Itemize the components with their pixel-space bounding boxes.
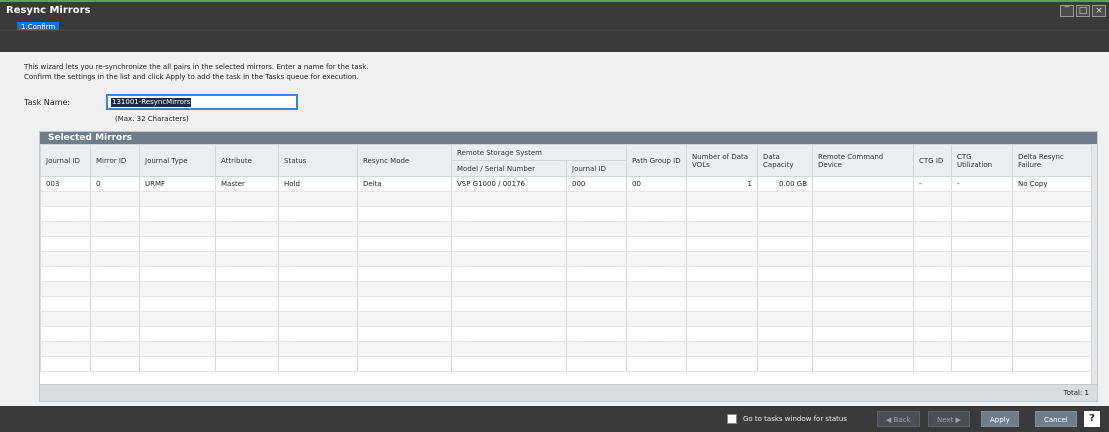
column-delta-resync-failure[interactable]: Delta Resync Failure: [1012, 144, 1094, 177]
empty-row: [40, 191, 1094, 207]
empty-row: [40, 296, 1094, 312]
column-ctg-utilization[interactable]: CTG Utilization: [951, 144, 1014, 177]
cell-path-group-id: 00: [626, 176, 688, 192]
column-attribute[interactable]: Attribute: [215, 144, 279, 177]
selected-mirrors-rows: 003 0 URMF Master Hold Delta VSP G1000 /…: [40, 176, 1094, 372]
close-icon[interactable]: ×: [1092, 5, 1106, 17]
empty-row: [40, 251, 1094, 267]
cell-journal-type: URMF: [139, 176, 216, 192]
cell-remote-command-device: [812, 176, 915, 192]
task-name-input[interactable]: 131001-ResyncMirrors: [106, 94, 298, 110]
wizard-footer: Go to tasks window for status ◀ Back Nex…: [0, 406, 1109, 432]
column-resync-mode[interactable]: Resync Mode: [357, 144, 452, 177]
column-model-serial-number[interactable]: Model / Serial Number: [451, 160, 567, 177]
help-icon[interactable]: ?: [1084, 411, 1100, 427]
column-ctg-id[interactable]: CTG ID: [913, 144, 953, 177]
table-footer: Total: 1: [40, 384, 1097, 401]
cell-data-capacity: 0.00 GB: [757, 176, 814, 192]
empty-row: [40, 221, 1094, 237]
cancel-button[interactable]: Cancel: [1035, 411, 1077, 427]
table-vertical-scrollbar[interactable]: [1091, 144, 1097, 385]
selected-mirrors-panel: Selected Mirrors Journal ID Mirror ID Jo…: [39, 131, 1098, 402]
cell-delta-resync-failure: No Copy: [1012, 176, 1094, 192]
column-journal-type[interactable]: Journal Type: [139, 144, 216, 177]
instruction-line-1: This wizard lets you re-synchronize the …: [24, 63, 369, 71]
empty-row: [40, 341, 1094, 357]
cell-model-serial-number: VSP G1000 / 00176: [451, 176, 567, 192]
instruction-line-2: Confirm the settings in the list and cli…: [24, 73, 359, 81]
cell-remote-journal-id: 000: [565, 176, 628, 192]
cell-resync-mode: Delta: [357, 176, 452, 192]
next-button[interactable]: Next ▶: [928, 411, 970, 427]
selected-mirrors-table: Journal ID Mirror ID Journal Type Attrib…: [40, 144, 1094, 372]
window-title: Resync Mirrors: [6, 5, 91, 16]
column-number-of-data-vols[interactable]: Number of Data VOLs: [686, 144, 759, 177]
task-name-label: Task Name:: [24, 98, 71, 107]
cell-mirror-id: 0: [90, 176, 140, 192]
wizard-instructions: This wizard lets you re-synchronize the …: [24, 62, 368, 82]
cell-status: Hold: [278, 176, 358, 192]
cell-journal-id: 003: [40, 176, 91, 192]
column-path-group-id[interactable]: Path Group ID: [626, 144, 688, 177]
column-mirror-id[interactable]: Mirror ID: [90, 144, 140, 177]
go-to-tasks-checkbox[interactable]: [727, 414, 737, 424]
column-remote-journal-id[interactable]: Journal ID: [565, 160, 628, 177]
column-data-capacity[interactable]: Data Capacity: [757, 144, 814, 177]
wizard-step-bar: [0, 30, 1109, 52]
empty-row: [40, 236, 1094, 252]
empty-row: [40, 266, 1094, 282]
empty-row: [40, 206, 1094, 222]
cell-ctg-utilization: -: [951, 176, 1014, 192]
column-group-remote-storage: Remote Storage System: [450, 144, 628, 161]
empty-row: [40, 281, 1094, 297]
go-to-tasks-label[interactable]: Go to tasks window for status: [743, 414, 847, 424]
back-button[interactable]: ◀ Back: [877, 411, 920, 427]
empty-row: [40, 311, 1094, 327]
apply-button[interactable]: Apply: [981, 411, 1019, 427]
cell-attribute: Master: [215, 176, 279, 192]
table-total-count: Total: 1: [1063, 389, 1089, 397]
column-journal-id[interactable]: Journal ID: [40, 144, 91, 177]
cell-ctg-id: -: [913, 176, 953, 192]
column-status[interactable]: Status: [278, 144, 358, 177]
column-remote-command-device[interactable]: Remote Command Device: [812, 144, 915, 177]
empty-row: [40, 326, 1094, 342]
task-name-hint: (Max. 32 Characters): [115, 115, 189, 123]
selected-mirrors-title: Selected Mirrors: [40, 132, 1097, 144]
maximize-icon[interactable]: □: [1076, 5, 1090, 17]
window-controls: ‾ □ ×: [1060, 5, 1106, 17]
cell-number-of-data-vols: 1: [686, 176, 759, 192]
window-titlebar: Resync Mirrors ‾ □ × 1.Confirm: [0, 0, 1109, 32]
minimize-icon[interactable]: ‾: [1060, 5, 1074, 17]
table-row[interactable]: 003 0 URMF Master Hold Delta VSP G1000 /…: [40, 176, 1094, 192]
task-name-value[interactable]: 131001-ResyncMirrors: [111, 98, 192, 107]
empty-row: [40, 356, 1094, 372]
